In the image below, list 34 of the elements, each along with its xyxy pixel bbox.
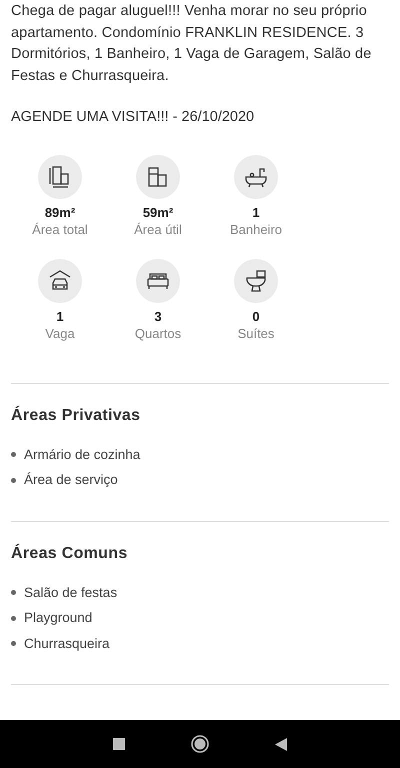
bullet-icon	[11, 641, 16, 646]
feature-label: Banheiro	[230, 220, 282, 239]
section-heading: Áreas Privativas	[11, 404, 142, 426]
bullet-icon	[11, 590, 16, 595]
feature-label: Suítes	[238, 324, 274, 343]
amenity-item: Salão de festas	[24, 584, 118, 602]
feature-value: 59m²	[142, 204, 174, 221]
feature-value: 1	[56, 308, 64, 325]
visit-text: AGENDE UMA VISITA!!! - 26/10/2020	[11, 108, 256, 127]
bed-icon	[136, 258, 180, 303]
feature-label: Área útil	[134, 220, 182, 239]
garage-car-icon	[38, 258, 82, 303]
bullet-icon	[11, 452, 16, 457]
amenity-item: Churrasqueira	[24, 634, 110, 653]
feature-label: Área total	[32, 220, 88, 239]
bathtub-icon	[234, 154, 278, 199]
amenity-item: Armário de cozinha	[24, 446, 140, 464]
bullet-icon	[11, 478, 16, 482]
toilet-icon	[234, 258, 278, 303]
bullet-icon	[11, 616, 16, 620]
feature-label: Vaga	[45, 324, 75, 343]
feature-value: 0	[252, 308, 260, 325]
floor-plan-icon	[38, 154, 82, 199]
amenity-item: Playground	[24, 609, 92, 628]
description-text: Chega de pagar aluguel!!! Venha morar no seu próprio apartamento. Condomínio FRANKLIN RESIDENCE. 3 Dormitórios, 1 Banheiro, 1 Vaga de Garagem, Salão de Festas e Churrasqueira.	[11, 2, 372, 86]
home-icon[interactable]	[191, 735, 209, 753]
feature-value: 3	[154, 308, 162, 325]
back-icon[interactable]	[275, 738, 287, 750]
feature-value: 1	[252, 204, 260, 221]
feature-label: Quartos	[134, 324, 182, 343]
feature-value: 89m²	[44, 204, 76, 221]
section-heading: Áreas Comuns	[11, 542, 129, 564]
amenity-item: Área de serviço	[24, 471, 118, 490]
floor-plan-icon	[136, 154, 180, 199]
